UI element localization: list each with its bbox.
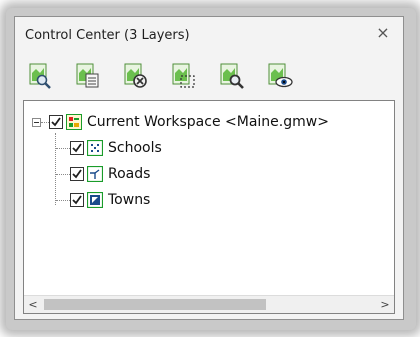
tree-row-layer[interactable]: Schools [24, 137, 324, 159]
tree-connector [56, 200, 70, 201]
layer-label: Schools [108, 140, 162, 156]
layer-search-button[interactable] [25, 61, 55, 91]
workspace-label: Current Workspace <Maine.gmw> [87, 114, 329, 130]
scroll-left-icon[interactable]: < [24, 296, 42, 313]
layer-search-icon [29, 63, 51, 89]
checkmark-icon [72, 195, 82, 205]
panel-title: Control Center (3 Layers) [25, 28, 190, 43]
line-layer-icon [86, 165, 104, 183]
layer-checkbox[interactable] [70, 167, 84, 181]
layer-checkbox[interactable] [70, 141, 84, 155]
tree-row-layer[interactable]: Roads [24, 163, 324, 185]
layer-remove-button[interactable] [121, 61, 151, 91]
layer-view-button[interactable] [265, 61, 295, 91]
layer-label: Roads [108, 166, 151, 182]
tree-connector [56, 148, 70, 149]
layer-toolbar [25, 61, 365, 95]
checkmark-icon [72, 143, 82, 153]
checkmark-icon [51, 117, 61, 127]
layer-select-icon [172, 63, 195, 88]
layer-select-button[interactable] [169, 61, 199, 91]
tree-connector [41, 122, 49, 123]
layer-list-icon [76, 63, 99, 88]
layer-view-icon [268, 63, 293, 88]
collapse-toggle[interactable] [32, 118, 41, 127]
tree-connector [56, 174, 70, 175]
layer-remove-icon [124, 63, 147, 88]
layer-label: Towns [108, 192, 151, 208]
scroll-thumb[interactable] [44, 299, 266, 310]
workspace-icon [66, 114, 82, 130]
horizontal-scrollbar[interactable]: < > [24, 295, 394, 313]
polygon-layer-icon [86, 191, 104, 209]
layer-zoom-icon [220, 63, 244, 89]
point-layer-icon [86, 139, 104, 157]
tree-row-workspace[interactable]: Current Workspace <Maine.gmw> [24, 111, 394, 133]
panel-titlebar: Control Center (3 Layers) × [15, 17, 403, 55]
layer-checkbox[interactable] [70, 193, 84, 207]
layer-list-button[interactable] [73, 61, 103, 91]
control-center-panel: Control Center (3 Layers) × Current Work… [14, 16, 404, 320]
tree-row-layer[interactable]: Towns [24, 189, 324, 211]
layer-zoom-button[interactable] [217, 61, 247, 91]
scroll-right-icon[interactable]: > [376, 296, 394, 313]
workspace-checkbox[interactable] [49, 115, 63, 129]
checkmark-icon [72, 169, 82, 179]
layer-tree: Current Workspace <Maine.gmw> Schools Ro… [23, 100, 395, 314]
close-icon[interactable]: × [373, 23, 393, 43]
